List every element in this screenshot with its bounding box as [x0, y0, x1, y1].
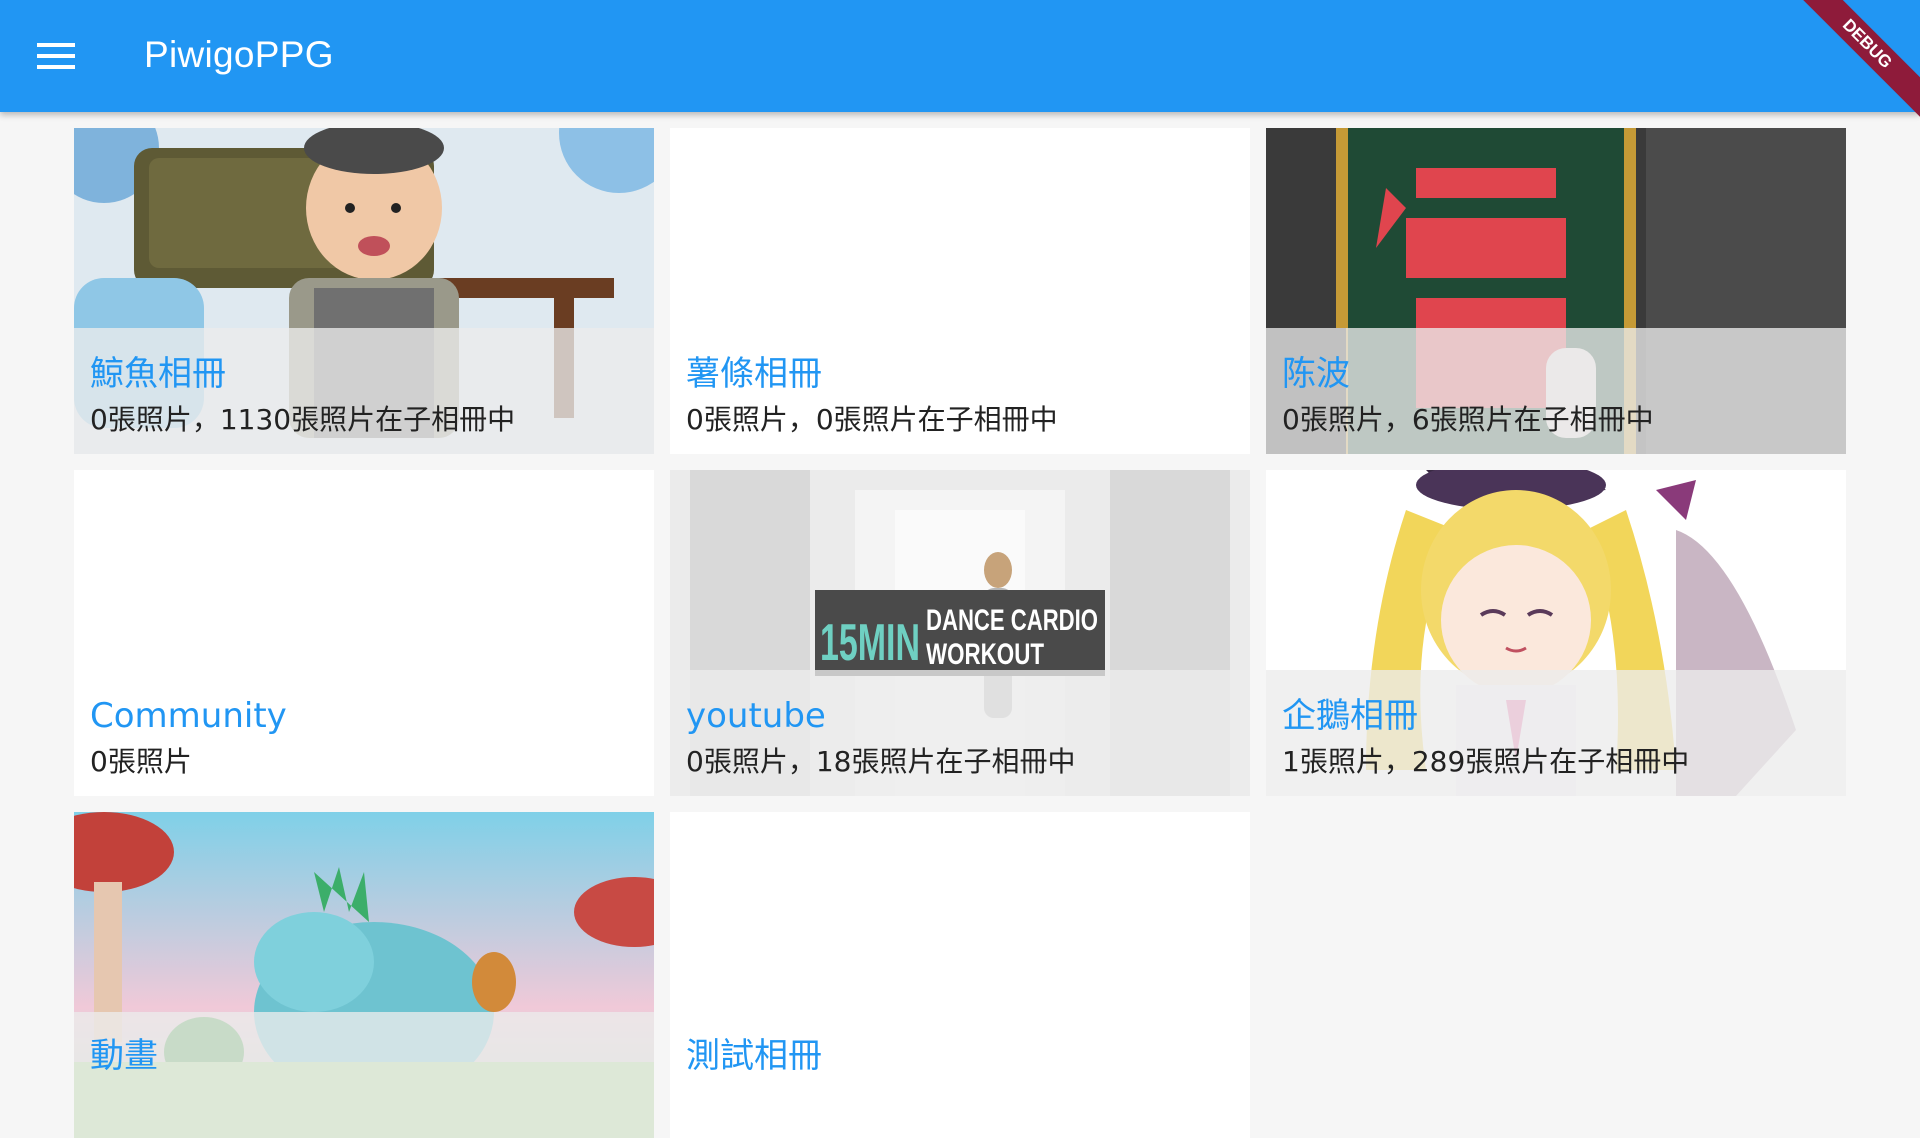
album-photo-count: 0張照片，0張照片在子相冊中: [686, 403, 1058, 436]
album-photo-count: 0張照片: [90, 745, 192, 778]
album-card[interactable]: 鯨魚相冊 0張照片，1130張照片在子相冊中: [74, 128, 654, 454]
video-title-15min: 15MIN: [820, 614, 920, 672]
card-caption-overlay: [74, 1012, 654, 1138]
album-card[interactable]: Community 0張照片: [74, 470, 654, 796]
album-photo-count: 1張照片，289張照片在子相冊中: [1282, 745, 1690, 778]
album-title: 薯條相冊: [686, 354, 822, 394]
album-card[interactable]: 動畫: [74, 812, 654, 1138]
album-grid: 鯨魚相冊 0張照片，1130張照片在子相冊中 薯條相冊 0張照片，0張照片在子相…: [74, 128, 1846, 1138]
album-card[interactable]: 測試相冊: [670, 812, 1250, 1138]
album-title: 測試相冊: [686, 1036, 822, 1076]
album-title: Community: [90, 696, 287, 736]
video-title-dance-cardio: DANCE CARDIO: [926, 604, 1098, 637]
album-title: 鯨魚相冊: [90, 354, 226, 394]
hamburger-menu-icon: [37, 43, 75, 69]
album-title: 企鵝相冊: [1282, 696, 1418, 736]
menu-button[interactable]: [20, 23, 92, 89]
album-card[interactable]: 企鵝相冊 1張照片，289張照片在子相冊中: [1266, 470, 1846, 796]
album-card[interactable]: 陈波 0張照片，6張照片在子相冊中: [1266, 128, 1846, 454]
app-bar: PiwigoPPG: [0, 0, 1920, 112]
album-title: 陈波: [1282, 354, 1350, 394]
album-photo-count: 0張照片，18張照片在子相冊中: [686, 745, 1076, 778]
video-title-workout: WORKOUT: [926, 638, 1044, 671]
album-card[interactable]: 15MIN DANCE CARDIO WORKOUT youtube 0張照片，…: [670, 470, 1250, 796]
app-title: PiwigoPPG: [144, 34, 334, 75]
album-card[interactable]: 薯條相冊 0張照片，0張照片在子相冊中: [670, 128, 1250, 454]
album-title: 動畫: [90, 1036, 158, 1076]
album-photo-count: 0張照片，6張照片在子相冊中: [1282, 403, 1654, 436]
album-title: youtube: [686, 696, 826, 736]
album-photo-count: 0張照片，1130張照片在子相冊中: [90, 403, 516, 436]
